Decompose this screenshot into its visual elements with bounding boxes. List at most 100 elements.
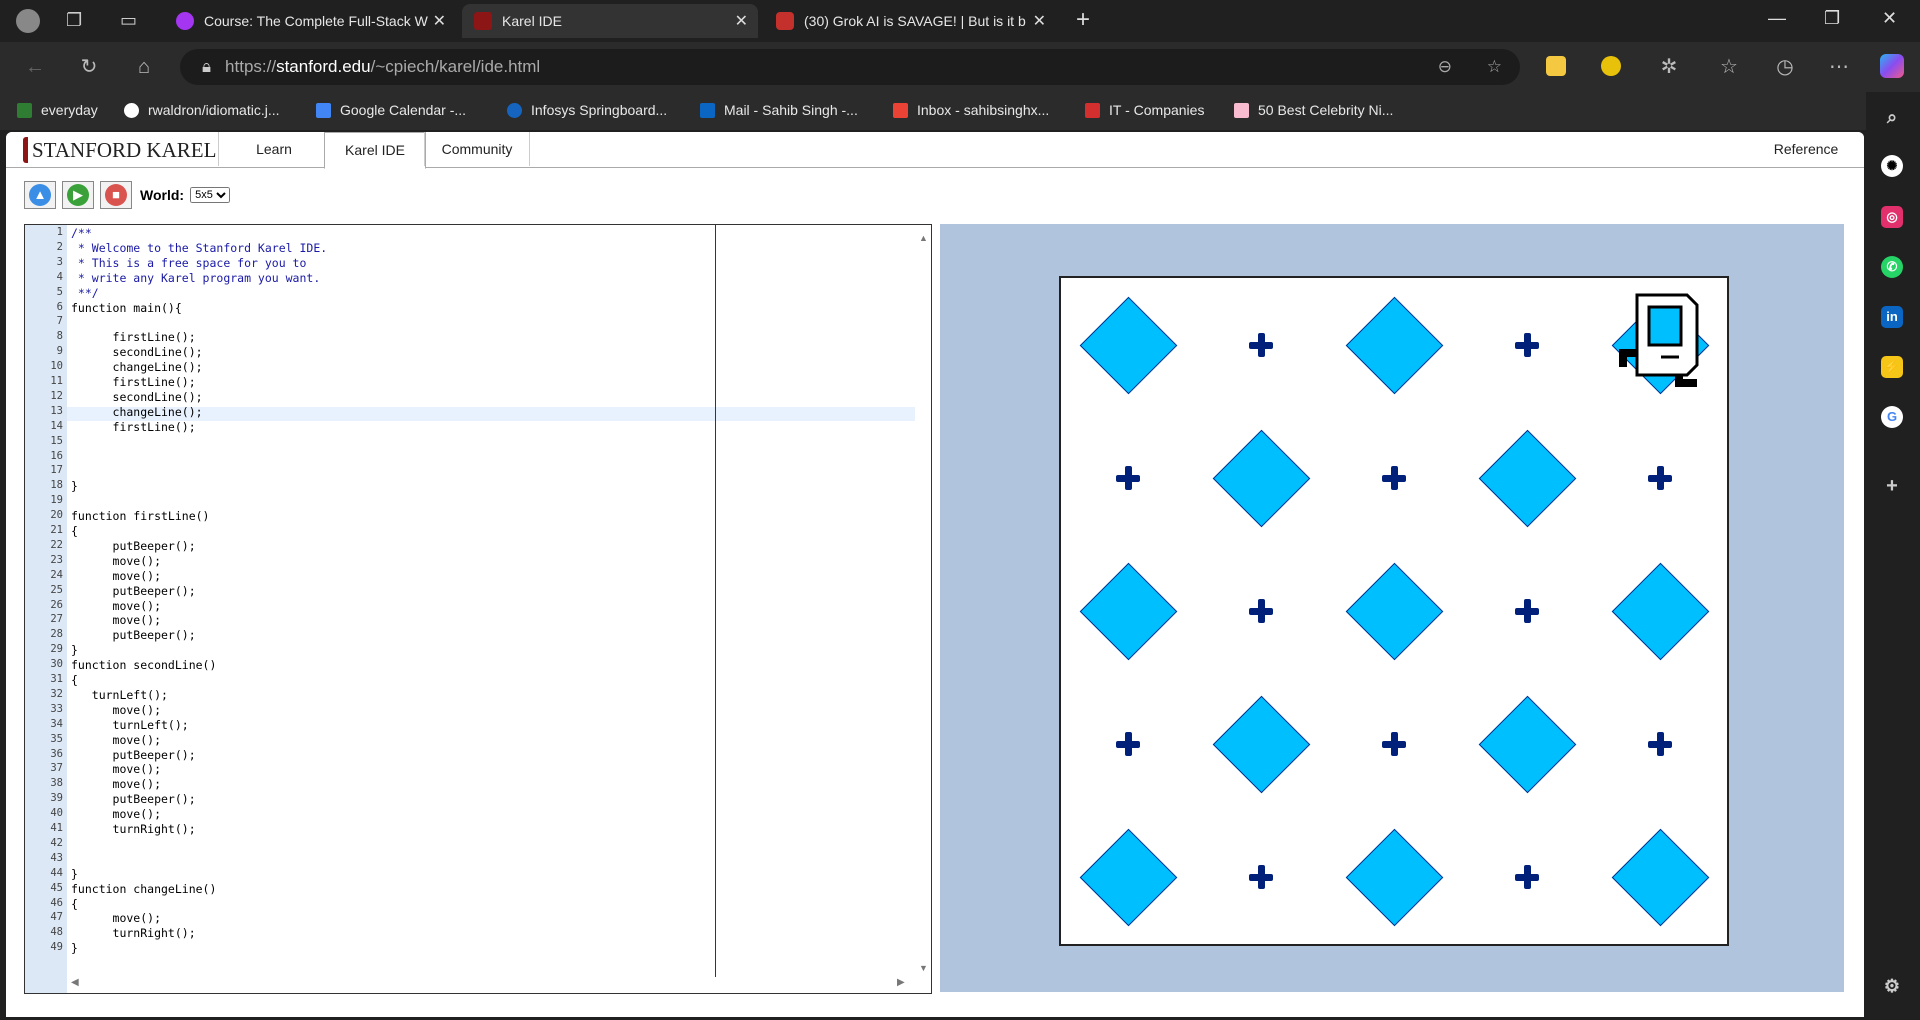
code-line: move(); bbox=[71, 777, 162, 792]
line-number: 29 bbox=[50, 643, 63, 656]
beeper bbox=[1345, 562, 1444, 661]
google-icon[interactable]: G bbox=[1881, 406, 1903, 428]
line-number: 4 bbox=[56, 270, 63, 283]
tab-course[interactable]: Course: The Complete Full-Stack W ✕ bbox=[164, 4, 456, 38]
url-host: stanford.edu bbox=[276, 57, 371, 76]
new-tab-icon[interactable]: + bbox=[1076, 6, 1090, 34]
add-sidebar-app-icon[interactable]: + bbox=[1881, 475, 1903, 497]
line-number: 13 bbox=[50, 404, 63, 417]
extensions-icon[interactable]: ✲ bbox=[1656, 54, 1682, 80]
scroll-left-icon[interactable]: ◀ bbox=[71, 977, 79, 988]
line-number: 9 bbox=[56, 345, 63, 358]
code-line: move(); bbox=[71, 702, 162, 717]
code-line: turnLeft(); bbox=[71, 687, 168, 702]
code-line: * write any Karel program you want. bbox=[71, 270, 321, 285]
bookmark-github[interactable]: rwaldron/idiomatic.j... bbox=[124, 102, 280, 118]
horizontal-scrollbar[interactable]: ◀ ▶ bbox=[67, 977, 915, 991]
infosys-icon bbox=[507, 102, 522, 118]
bookmark-everyday[interactable]: everyday bbox=[17, 102, 98, 118]
world-select[interactable]: 5x5 bbox=[190, 187, 231, 203]
code-line: } bbox=[71, 479, 78, 494]
favorites-icon[interactable]: ☆ bbox=[1716, 54, 1742, 80]
code-line: putBeeper(); bbox=[71, 747, 196, 762]
line-number: 24 bbox=[50, 568, 63, 581]
close-icon[interactable]: ✕ bbox=[433, 11, 446, 31]
close-icon[interactable]: ✕ bbox=[735, 11, 748, 31]
vertical-scrollbar[interactable]: ▲ ▼ bbox=[916, 225, 930, 977]
bookmark-gmail[interactable]: Inbox - sahibsinghx... bbox=[893, 102, 1049, 118]
bookmark-google-calendar[interactable]: Google Calendar -... bbox=[316, 102, 466, 118]
restore-icon[interactable]: ❐ bbox=[1824, 8, 1840, 29]
tab-karel-ide[interactable]: Karel IDE ✕ bbox=[462, 4, 758, 38]
code-line: { bbox=[71, 673, 78, 687]
reference-link[interactable]: Reference bbox=[1756, 132, 1856, 166]
code-line: function secondLine() bbox=[71, 658, 217, 673]
more-menu-icon[interactable]: ⋯ bbox=[1826, 54, 1852, 80]
beeper bbox=[1345, 829, 1444, 927]
scroll-down-icon[interactable]: ▼ bbox=[919, 963, 928, 973]
extension-notes-icon[interactable] bbox=[1546, 56, 1566, 76]
outlook-icon bbox=[700, 102, 715, 118]
instagram-icon[interactable]: ◎ bbox=[1881, 206, 1903, 228]
linkedin-icon[interactable]: in bbox=[1881, 306, 1903, 328]
code-line: move(); bbox=[71, 732, 162, 747]
line-number: 14 bbox=[50, 419, 63, 432]
profile-avatar-icon[interactable] bbox=[16, 9, 40, 33]
upload-button[interactable]: ▲ bbox=[24, 181, 56, 209]
url-field[interactable]: 🔒︎ https://stanford.edu/~cpiech/karel/ide… bbox=[180, 49, 1520, 85]
bookmark-label: Mail - Sahib Singh -... bbox=[724, 102, 858, 118]
app-icon[interactable]: ⚡ bbox=[1881, 356, 1903, 378]
code-line: } bbox=[71, 941, 78, 956]
whatsapp-icon[interactable]: ✆ bbox=[1881, 256, 1903, 278]
bookmark-icon bbox=[1234, 102, 1249, 118]
scroll-up-icon[interactable]: ▲ bbox=[919, 233, 928, 243]
extension-globe-icon[interactable] bbox=[1601, 56, 1621, 76]
tab-youtube[interactable]: (30) Grok AI is SAVAGE! | But is it b ✕ bbox=[764, 4, 1056, 38]
code-line: firstLine(); bbox=[71, 419, 196, 434]
back-icon[interactable]: ← bbox=[22, 54, 48, 80]
home-icon[interactable]: ⌂ bbox=[131, 54, 157, 80]
code-line: changeLine(); bbox=[71, 404, 203, 419]
close-icon[interactable]: ✕ bbox=[1033, 11, 1046, 31]
beeper bbox=[1612, 829, 1710, 927]
corner-cross-icon bbox=[1248, 864, 1274, 890]
workspaces-icon[interactable]: ❐ bbox=[66, 10, 82, 31]
stop-button[interactable]: ■ bbox=[100, 181, 132, 209]
edge-sidebar: ⌕ ✺ ◎ ✆ in ⚡ G + ⚙ bbox=[1866, 92, 1920, 1020]
close-window-icon[interactable]: ✕ bbox=[1882, 8, 1897, 29]
url-prefix: https:// bbox=[225, 57, 277, 76]
youtube-icon bbox=[776, 12, 794, 30]
line-number: 10 bbox=[50, 360, 63, 373]
nav-tab-learn[interactable]: Learn bbox=[218, 132, 329, 166]
copilot-icon[interactable] bbox=[1880, 54, 1904, 78]
refresh-icon[interactable]: ↻ bbox=[76, 54, 102, 80]
chatgpt-icon[interactable]: ✺ bbox=[1881, 155, 1903, 177]
bookmark-it-companies[interactable]: IT - Companies bbox=[1085, 102, 1204, 118]
history-icon[interactable]: ◷ bbox=[1772, 54, 1798, 80]
settings-gear-icon[interactable]: ⚙ bbox=[1881, 975, 1903, 997]
search-icon[interactable]: ⌕ bbox=[1881, 106, 1903, 128]
nav-tab-community[interactable]: Community bbox=[424, 132, 530, 166]
line-number: 1 bbox=[56, 226, 63, 238]
bookmark-outlook-mail[interactable]: Mail - Sahib Singh -... bbox=[700, 102, 858, 118]
line-number-gutter: 1 2 3 4 5 6 7 8 9 10 11 12 13 14 15 16 17 18 19 20 21 22 23 24 2… bbox=[25, 225, 67, 993]
zoom-icon[interactable]: ⊖ bbox=[1438, 49, 1452, 85]
tab-actions-icon[interactable]: ▭ bbox=[120, 10, 137, 31]
bookmark-infosys[interactable]: Infosys Springboard... bbox=[507, 102, 667, 118]
nav-tab-karel-ide[interactable]: Karel IDE bbox=[324, 132, 426, 169]
code-line: changeLine(); bbox=[71, 360, 203, 375]
minimize-icon[interactable]: — bbox=[1768, 8, 1786, 29]
bookmark-label: everyday bbox=[41, 102, 98, 118]
beeper bbox=[1612, 562, 1710, 661]
line-number: 30 bbox=[50, 658, 63, 671]
line-number: 2 bbox=[56, 240, 63, 253]
code-editor[interactable]: 1 2 3 4 5 6 7 8 9 10 11 12 13 14 15 16 17 18 19 20 21 22 23 24 2… bbox=[24, 224, 932, 994]
stanford-karel-logo[interactable]: STANFORD KAREL bbox=[23, 136, 216, 164]
run-button[interactable]: ▶ bbox=[62, 181, 94, 209]
favorite-star-icon[interactable]: ☆ bbox=[1487, 49, 1502, 85]
line-number: 46 bbox=[50, 896, 63, 909]
bookmark-label: 50 Best Celebrity Ni... bbox=[1258, 102, 1394, 118]
scroll-right-icon[interactable]: ▶ bbox=[897, 977, 905, 988]
line-number: 25 bbox=[50, 583, 63, 596]
bookmark-celebrity[interactable]: 50 Best Celebrity Ni... bbox=[1234, 102, 1393, 118]
